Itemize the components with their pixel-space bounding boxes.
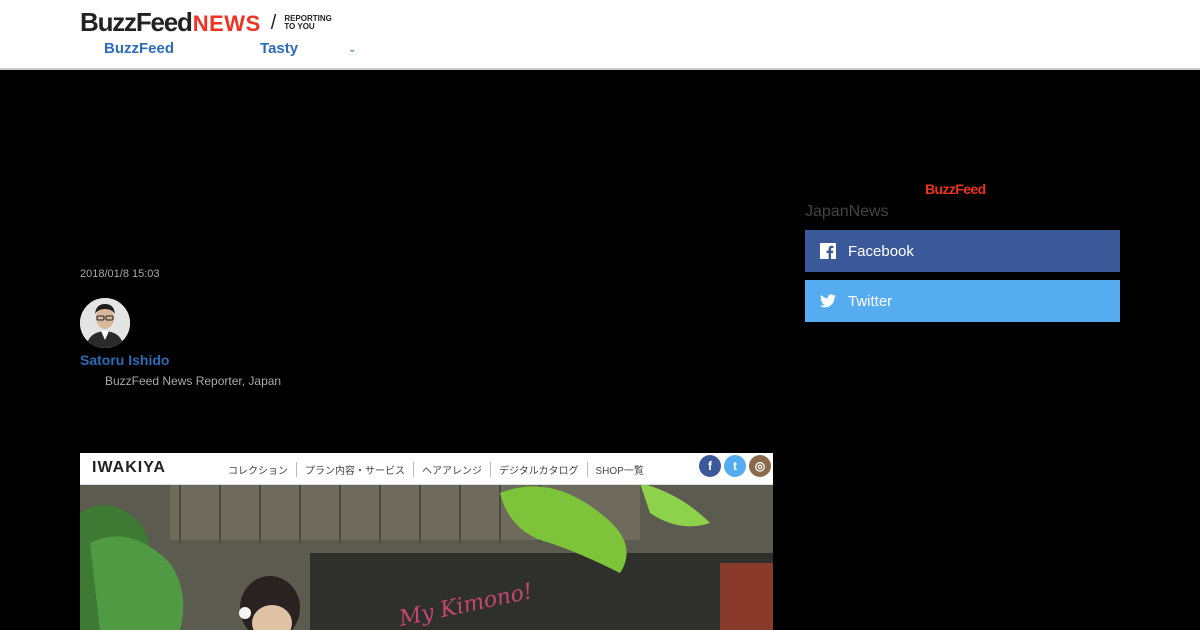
logo-news-text: NEWS: [192, 11, 261, 36]
hero-site-bar: IWAKIYA コレクション プラン内容・サービス ヘアアレンジ デジタルカタロ…: [80, 453, 773, 485]
article-timestamp: 2018/01/8 15:03: [80, 268, 160, 280]
logo-slash: /: [270, 12, 277, 34]
sidebar-buzzfeed-logo[interactable]: BuzzFeed: [925, 181, 986, 197]
hero-menu-item: ヘアアレンジ: [414, 462, 491, 477]
author-role: BuzzFeed News Reporter, Japan: [105, 374, 282, 388]
nav-item-buzzfeed[interactable]: BuzzFeed: [104, 40, 174, 57]
twitter-icon: t: [724, 455, 746, 477]
logo-tagline: REPORTING TO YOU: [284, 13, 332, 31]
sidebar-japannews-label: JapanNews: [805, 203, 889, 220]
facebook-share-button[interactable]: Facebook: [805, 230, 1120, 272]
nav-item-tasty[interactable]: Tasty: [260, 40, 298, 57]
author-name-link[interactable]: Satoru Ishido: [80, 352, 169, 368]
buzzfeed-news-logo[interactable]: BuzzFeed NEWS / REPORTING TO YOU: [80, 7, 344, 38]
instagram-icon: ◎: [749, 455, 771, 477]
hero-menu-item: コレクション: [220, 462, 297, 477]
site-header: BuzzFeed NEWS / REPORTING TO YOU BuzzFee…: [0, 0, 1200, 70]
logo-buzzfeed-text: BuzzFeed: [80, 7, 193, 37]
hero-brand: IWAKIYA: [92, 459, 166, 476]
twitter-icon: [820, 293, 836, 309]
hero-menu-item: デジタルカタログ: [491, 462, 588, 477]
hero-menu-item: SHOP一覧: [595, 466, 644, 477]
avatar-portrait-icon: [80, 298, 130, 348]
facebook-share-label: Facebook: [848, 242, 914, 260]
chevron-down-icon[interactable]: ⌄: [348, 44, 356, 55]
facebook-icon: f: [699, 455, 721, 477]
hero-social-icons: f t ◎: [699, 455, 771, 477]
top-nav: BuzzFeed Tasty ⌄: [104, 40, 356, 57]
facebook-icon: [820, 243, 836, 259]
twitter-share-label: Twitter: [848, 292, 893, 310]
hero-menu-item: プラン内容・サービス: [297, 462, 414, 477]
hero-menu: コレクション プラン内容・サービス ヘアアレンジ デジタルカタログ SHOP一覧: [220, 462, 652, 477]
twitter-share-button[interactable]: Twitter: [805, 280, 1120, 322]
article-hero-image: IWAKIYA コレクション プラン内容・サービス ヘアアレンジ デジタルカタロ…: [80, 453, 773, 630]
author-avatar[interactable]: [80, 298, 130, 348]
